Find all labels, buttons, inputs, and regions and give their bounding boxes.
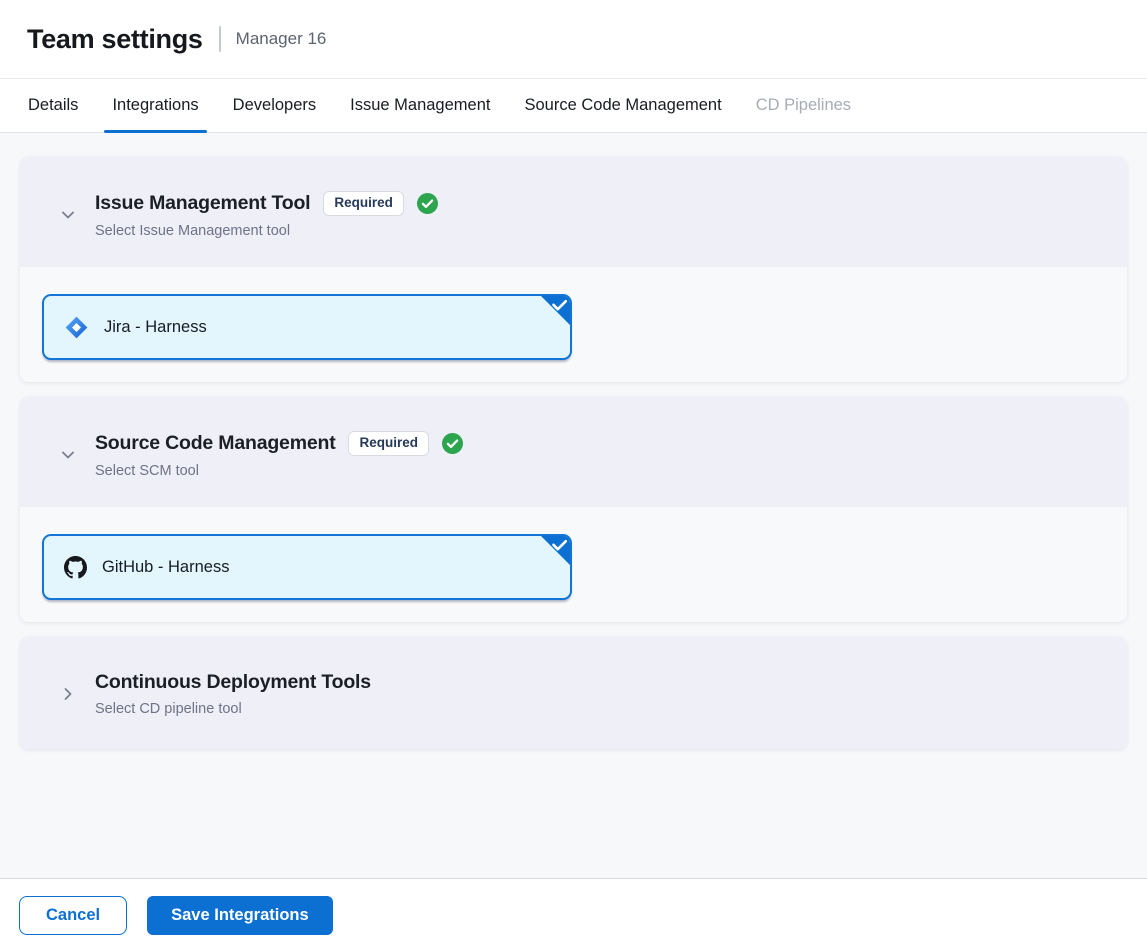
jira-icon [64, 315, 89, 340]
tab-cd-pipelines[interactable]: CD Pipelines [756, 79, 851, 132]
section-subtitle: Select CD pipeline tool [95, 701, 371, 717]
source-code-management-section-header[interactable]: Source Code Management Required Select S… [20, 397, 1127, 507]
section-subtitle: Select SCM tool [95, 463, 463, 479]
required-badge: Required [348, 431, 429, 456]
tab-source-code-management[interactable]: Source Code Management [524, 79, 721, 132]
check-circle-icon [442, 433, 463, 454]
page-title: Team settings [27, 24, 203, 55]
team-name-label: Manager 16 [236, 29, 327, 49]
tab-integrations[interactable]: Integrations [112, 79, 198, 132]
chevron-down-icon[interactable] [60, 207, 76, 223]
cancel-button[interactable]: Cancel [19, 896, 127, 935]
source-code-management-section: Source Code Management Required Select S… [20, 397, 1127, 622]
team-settings-page: Team settings Manager 16 Details Integra… [0, 0, 1147, 952]
issue-management-section: Issue Management Tool Required Select Is… [20, 157, 1127, 382]
tool-label: GitHub - Harness [102, 558, 229, 577]
section-title: Continuous Deployment Tools [95, 671, 371, 694]
tab-bar: Details Integrations Developers Issue Ma… [0, 79, 1147, 133]
cd-tools-section-header[interactable]: Continuous Deployment Tools Select CD pi… [20, 637, 1127, 749]
title-divider [219, 26, 221, 52]
tool-card-github[interactable]: GitHub - Harness [42, 534, 572, 600]
section-title: Source Code Management [95, 432, 335, 455]
section-title: Issue Management Tool [95, 192, 310, 215]
check-circle-icon [417, 193, 438, 214]
section-subtitle: Select Issue Management tool [95, 223, 438, 239]
chevron-right-icon[interactable] [60, 686, 76, 702]
tool-card-jira[interactable]: Jira - Harness [42, 294, 572, 360]
page-header: Team settings Manager 16 [0, 0, 1147, 79]
required-badge: Required [323, 191, 404, 216]
chevron-down-icon[interactable] [60, 447, 76, 463]
github-icon [64, 556, 87, 579]
issue-management-section-header[interactable]: Issue Management Tool Required Select Is… [20, 157, 1127, 267]
save-integrations-button[interactable]: Save Integrations [147, 896, 333, 935]
cd-tools-section: Continuous Deployment Tools Select CD pi… [20, 637, 1127, 749]
corner-check-icon [540, 535, 571, 566]
tab-details[interactable]: Details [28, 79, 78, 132]
corner-check-icon [540, 295, 571, 326]
footer-bar: Cancel Save Integrations [0, 878, 1147, 952]
tool-label: Jira - Harness [104, 318, 207, 337]
tab-developers[interactable]: Developers [233, 79, 316, 132]
integrations-content: Issue Management Tool Required Select Is… [0, 133, 1147, 878]
tab-issue-management[interactable]: Issue Management [350, 79, 490, 132]
